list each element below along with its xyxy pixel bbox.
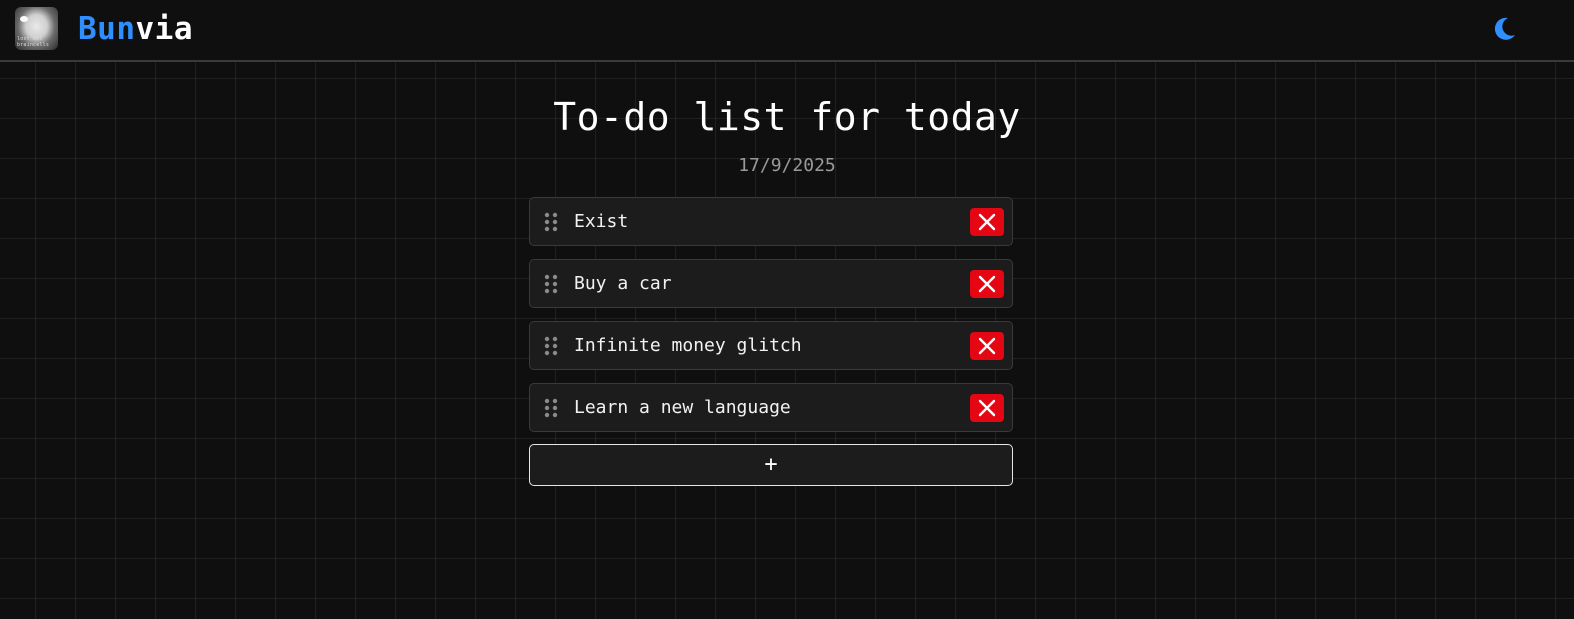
plus-icon: + — [764, 452, 778, 477]
delete-button[interactable] — [970, 332, 1004, 360]
moon-icon — [1494, 17, 1515, 40]
logo-caption: lost all braincells — [17, 36, 50, 48]
close-icon — [978, 275, 996, 293]
todo-item-label: Buy a car — [574, 273, 672, 294]
top-bar: lost all braincells Bunvia — [0, 0, 1574, 62]
todo-item[interactable]: Exist — [529, 197, 1013, 246]
delete-button[interactable] — [970, 394, 1004, 422]
delete-button[interactable] — [970, 270, 1004, 298]
logo-ear — [20, 16, 28, 22]
page: lost all braincells Bunvia To-do list fo… — [0, 0, 1574, 619]
todo-item[interactable]: Infinite money glitch — [529, 321, 1013, 370]
brand-part-1: Bun — [78, 11, 136, 47]
logo-image[interactable]: lost all braincells — [15, 7, 58, 50]
todo-item[interactable]: Buy a car — [529, 259, 1013, 308]
add-item-button[interactable]: + — [529, 444, 1013, 486]
close-icon — [978, 399, 996, 417]
page-title: To-do list for today — [553, 95, 1021, 139]
drag-handle-icon[interactable] — [544, 274, 558, 294]
drag-handle-icon[interactable] — [544, 212, 558, 232]
todo-item-label: Learn a new language — [574, 397, 791, 418]
drag-handle-icon[interactable] — [544, 398, 558, 418]
close-icon — [978, 213, 996, 231]
brand-part-2: via — [135, 11, 193, 47]
drag-handle-icon[interactable] — [544, 336, 558, 356]
todo-list: Exist Buy a car Infinite money glitch Le… — [529, 197, 1013, 445]
brand-title[interactable]: Bunvia — [78, 11, 193, 47]
todo-item-label: Exist — [574, 211, 629, 232]
theme-toggle-button[interactable] — [1491, 16, 1517, 42]
delete-button[interactable] — [970, 208, 1004, 236]
close-icon — [978, 337, 996, 355]
date-label: 17/9/2025 — [738, 155, 836, 176]
todo-item-label: Infinite money glitch — [574, 335, 802, 356]
todo-item[interactable]: Learn a new language — [529, 383, 1013, 432]
